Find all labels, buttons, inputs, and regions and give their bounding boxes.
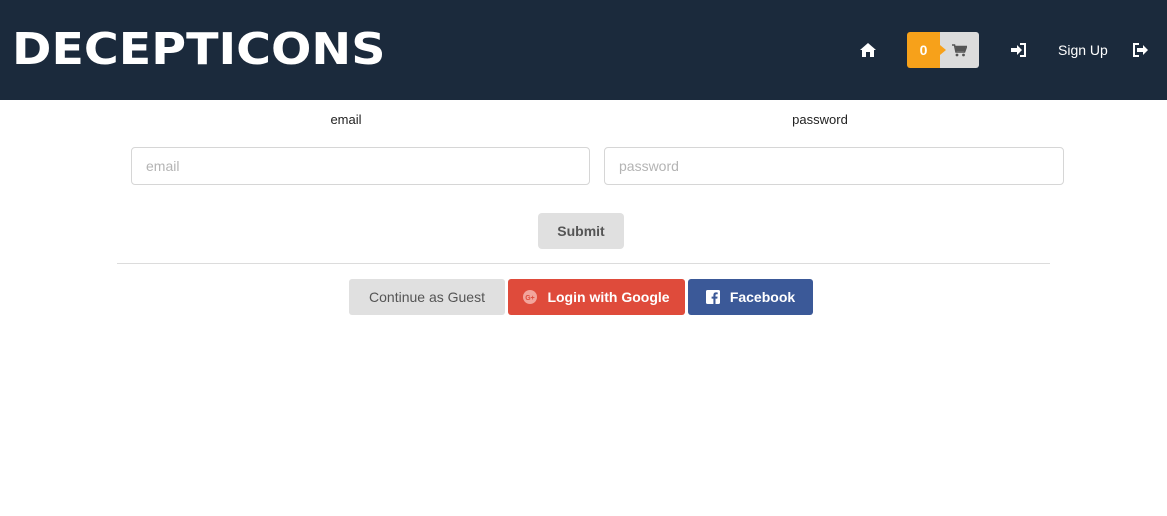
google-plus-icon: G+: [523, 290, 538, 304]
login-with-google-label: Login with Google: [547, 289, 670, 305]
svg-text:G+: G+: [526, 295, 536, 302]
email-label: email: [330, 112, 362, 127]
continue-as-guest-button[interactable]: Continue as Guest: [349, 279, 505, 315]
password-label: password: [792, 112, 848, 127]
brand-logo[interactable]: DECEPTICONS: [12, 28, 385, 72]
cart-button[interactable]: 0: [907, 32, 979, 68]
submit-button[interactable]: Submit: [538, 213, 624, 249]
facebook-icon: [705, 290, 720, 304]
sign-up-link[interactable]: Sign Up: [1058, 40, 1108, 60]
divider: [117, 263, 1050, 264]
password-input[interactable]: [604, 147, 1064, 185]
sign-in-icon[interactable]: [1009, 40, 1029, 60]
continue-as-guest-label: Continue as Guest: [369, 289, 485, 305]
home-icon[interactable]: [858, 40, 878, 60]
facebook-login-button[interactable]: Facebook: [688, 279, 813, 315]
cart-icon: [952, 43, 967, 57]
sign-out-icon[interactable]: [1131, 40, 1151, 60]
facebook-label: Facebook: [729, 289, 796, 305]
email-input[interactable]: [131, 147, 590, 185]
cart-count-badge: 0: [907, 32, 940, 68]
navbar: DECEPTICONS 0 Sign Up: [0, 0, 1167, 100]
cart-badge-arrow: [940, 45, 946, 55]
login-with-google-button[interactable]: G+ Login with Google: [508, 279, 685, 315]
